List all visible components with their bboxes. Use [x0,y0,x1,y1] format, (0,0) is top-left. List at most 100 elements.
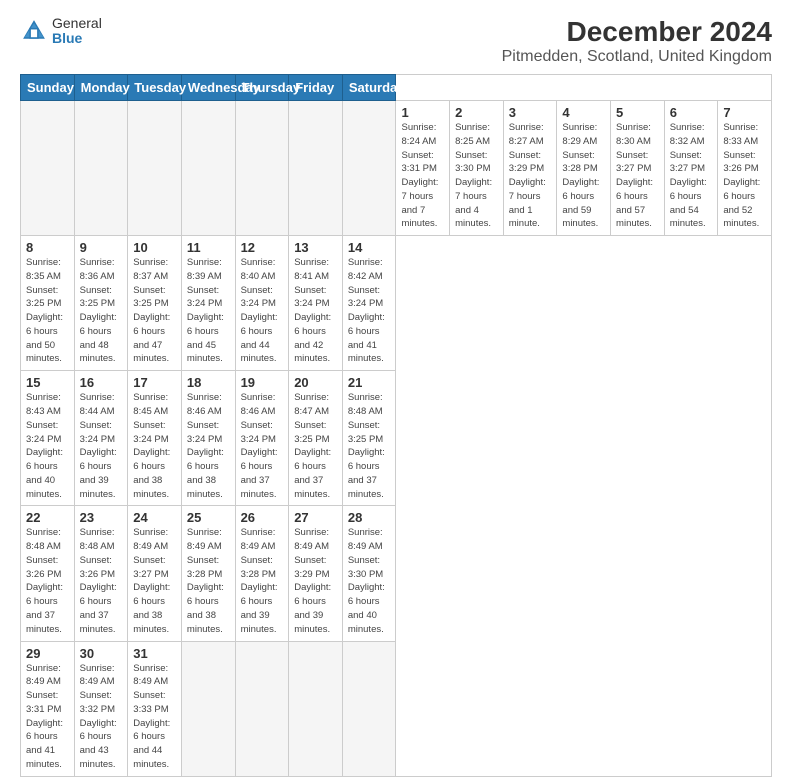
table-cell: 26Sunrise: 8:49 AM Sunset: 3:28 PM Dayli… [235,506,289,641]
table-cell: 15Sunrise: 8:43 AM Sunset: 3:24 PM Dayli… [21,371,75,506]
day-number: 15 [26,375,69,390]
table-cell: 20Sunrise: 8:47 AM Sunset: 3:25 PM Dayli… [289,371,343,506]
col-tuesday: Tuesday [128,75,182,101]
day-info: Sunrise: 8:48 AM Sunset: 3:26 PM Dayligh… [26,526,69,636]
day-info: Sunrise: 8:49 AM Sunset: 3:30 PM Dayligh… [348,526,391,636]
day-number: 12 [241,240,284,255]
table-cell [235,641,289,776]
table-cell: 31Sunrise: 8:49 AM Sunset: 3:33 PM Dayli… [128,641,182,776]
table-cell: 21Sunrise: 8:48 AM Sunset: 3:25 PM Dayli… [342,371,396,506]
day-number: 19 [241,375,284,390]
table-cell [128,101,182,236]
table-cell: 2Sunrise: 8:25 AM Sunset: 3:30 PM Daylig… [450,101,504,236]
day-info: Sunrise: 8:41 AM Sunset: 3:24 PM Dayligh… [294,256,337,366]
table-cell [74,101,128,236]
table-cell: 4Sunrise: 8:29 AM Sunset: 3:28 PM Daylig… [557,101,611,236]
day-info: Sunrise: 8:45 AM Sunset: 3:24 PM Dayligh… [133,391,176,501]
day-number: 4 [562,105,605,120]
day-number: 5 [616,105,659,120]
table-cell: 3Sunrise: 8:27 AM Sunset: 3:29 PM Daylig… [503,101,557,236]
day-number: 27 [294,510,337,525]
table-cell: 14Sunrise: 8:42 AM Sunset: 3:24 PM Dayli… [342,236,396,371]
day-info: Sunrise: 8:35 AM Sunset: 3:25 PM Dayligh… [26,256,69,366]
table-cell [21,101,75,236]
day-info: Sunrise: 8:44 AM Sunset: 3:24 PM Dayligh… [80,391,123,501]
col-thursday: Thursday [235,75,289,101]
day-info: Sunrise: 8:36 AM Sunset: 3:25 PM Dayligh… [80,256,123,366]
day-info: Sunrise: 8:37 AM Sunset: 3:25 PM Dayligh… [133,256,176,366]
title-block: December 2024 Pitmedden, Scotland, Unite… [502,16,772,66]
table-cell: 22Sunrise: 8:48 AM Sunset: 3:26 PM Dayli… [21,506,75,641]
day-info: Sunrise: 8:48 AM Sunset: 3:25 PM Dayligh… [348,391,391,501]
day-number: 26 [241,510,284,525]
table-cell: 25Sunrise: 8:49 AM Sunset: 3:28 PM Dayli… [181,506,235,641]
day-info: Sunrise: 8:49 AM Sunset: 3:27 PM Dayligh… [133,526,176,636]
day-number: 18 [187,375,230,390]
day-number: 28 [348,510,391,525]
table-cell: 30Sunrise: 8:49 AM Sunset: 3:32 PM Dayli… [74,641,128,776]
day-number: 31 [133,646,176,661]
day-info: Sunrise: 8:47 AM Sunset: 3:25 PM Dayligh… [294,391,337,501]
table-cell [289,641,343,776]
header: General Blue December 2024 Pitmedden, Sc… [20,16,772,66]
main-title: December 2024 [502,16,772,48]
calendar-header-row: Sunday Monday Tuesday Wednesday Thursday… [21,75,772,101]
table-cell [181,101,235,236]
day-info: Sunrise: 8:49 AM Sunset: 3:28 PM Dayligh… [187,526,230,636]
day-info: Sunrise: 8:29 AM Sunset: 3:28 PM Dayligh… [562,121,605,231]
col-sunday: Sunday [21,75,75,101]
table-cell: 1Sunrise: 8:24 AM Sunset: 3:31 PM Daylig… [396,101,450,236]
table-cell: 9Sunrise: 8:36 AM Sunset: 3:25 PM Daylig… [74,236,128,371]
day-number: 16 [80,375,123,390]
day-number: 2 [455,105,498,120]
day-number: 29 [26,646,69,661]
day-number: 3 [509,105,552,120]
day-number: 30 [80,646,123,661]
table-cell: 7Sunrise: 8:33 AM Sunset: 3:26 PM Daylig… [718,101,772,236]
table-cell: 28Sunrise: 8:49 AM Sunset: 3:30 PM Dayli… [342,506,396,641]
day-info: Sunrise: 8:43 AM Sunset: 3:24 PM Dayligh… [26,391,69,501]
day-number: 20 [294,375,337,390]
day-number: 17 [133,375,176,390]
table-cell: 11Sunrise: 8:39 AM Sunset: 3:24 PM Dayli… [181,236,235,371]
day-number: 10 [133,240,176,255]
day-info: Sunrise: 8:24 AM Sunset: 3:31 PM Dayligh… [401,121,444,231]
col-monday: Monday [74,75,128,101]
table-cell [235,101,289,236]
logo-blue: Blue [52,31,102,46]
col-wednesday: Wednesday [181,75,235,101]
table-cell: 18Sunrise: 8:46 AM Sunset: 3:24 PM Dayli… [181,371,235,506]
day-number: 6 [670,105,713,120]
day-number: 25 [187,510,230,525]
logo-icon [20,17,48,45]
table-cell: 29Sunrise: 8:49 AM Sunset: 3:31 PM Dayli… [21,641,75,776]
col-friday: Friday [289,75,343,101]
table-cell [289,101,343,236]
table-cell: 6Sunrise: 8:32 AM Sunset: 3:27 PM Daylig… [664,101,718,236]
day-info: Sunrise: 8:25 AM Sunset: 3:30 PM Dayligh… [455,121,498,231]
day-info: Sunrise: 8:49 AM Sunset: 3:28 PM Dayligh… [241,526,284,636]
table-cell: 17Sunrise: 8:45 AM Sunset: 3:24 PM Dayli… [128,371,182,506]
table-cell: 19Sunrise: 8:46 AM Sunset: 3:24 PM Dayli… [235,371,289,506]
table-cell: 5Sunrise: 8:30 AM Sunset: 3:27 PM Daylig… [611,101,665,236]
logo-general: General [52,16,102,31]
day-info: Sunrise: 8:40 AM Sunset: 3:24 PM Dayligh… [241,256,284,366]
day-number: 14 [348,240,391,255]
logo: General Blue [20,16,102,47]
table-cell [181,641,235,776]
table-cell: 8Sunrise: 8:35 AM Sunset: 3:25 PM Daylig… [21,236,75,371]
day-info: Sunrise: 8:39 AM Sunset: 3:24 PM Dayligh… [187,256,230,366]
day-info: Sunrise: 8:33 AM Sunset: 3:26 PM Dayligh… [723,121,766,231]
day-number: 9 [80,240,123,255]
table-cell: 12Sunrise: 8:40 AM Sunset: 3:24 PM Dayli… [235,236,289,371]
day-info: Sunrise: 8:27 AM Sunset: 3:29 PM Dayligh… [509,121,552,231]
day-number: 11 [187,240,230,255]
day-info: Sunrise: 8:46 AM Sunset: 3:24 PM Dayligh… [187,391,230,501]
calendar-table: Sunday Monday Tuesday Wednesday Thursday… [20,74,772,777]
day-info: Sunrise: 8:49 AM Sunset: 3:31 PM Dayligh… [26,662,69,772]
day-info: Sunrise: 8:42 AM Sunset: 3:24 PM Dayligh… [348,256,391,366]
day-info: Sunrise: 8:49 AM Sunset: 3:32 PM Dayligh… [80,662,123,772]
day-number: 22 [26,510,69,525]
day-info: Sunrise: 8:48 AM Sunset: 3:26 PM Dayligh… [80,526,123,636]
subtitle: Pitmedden, Scotland, United Kingdom [502,48,772,66]
